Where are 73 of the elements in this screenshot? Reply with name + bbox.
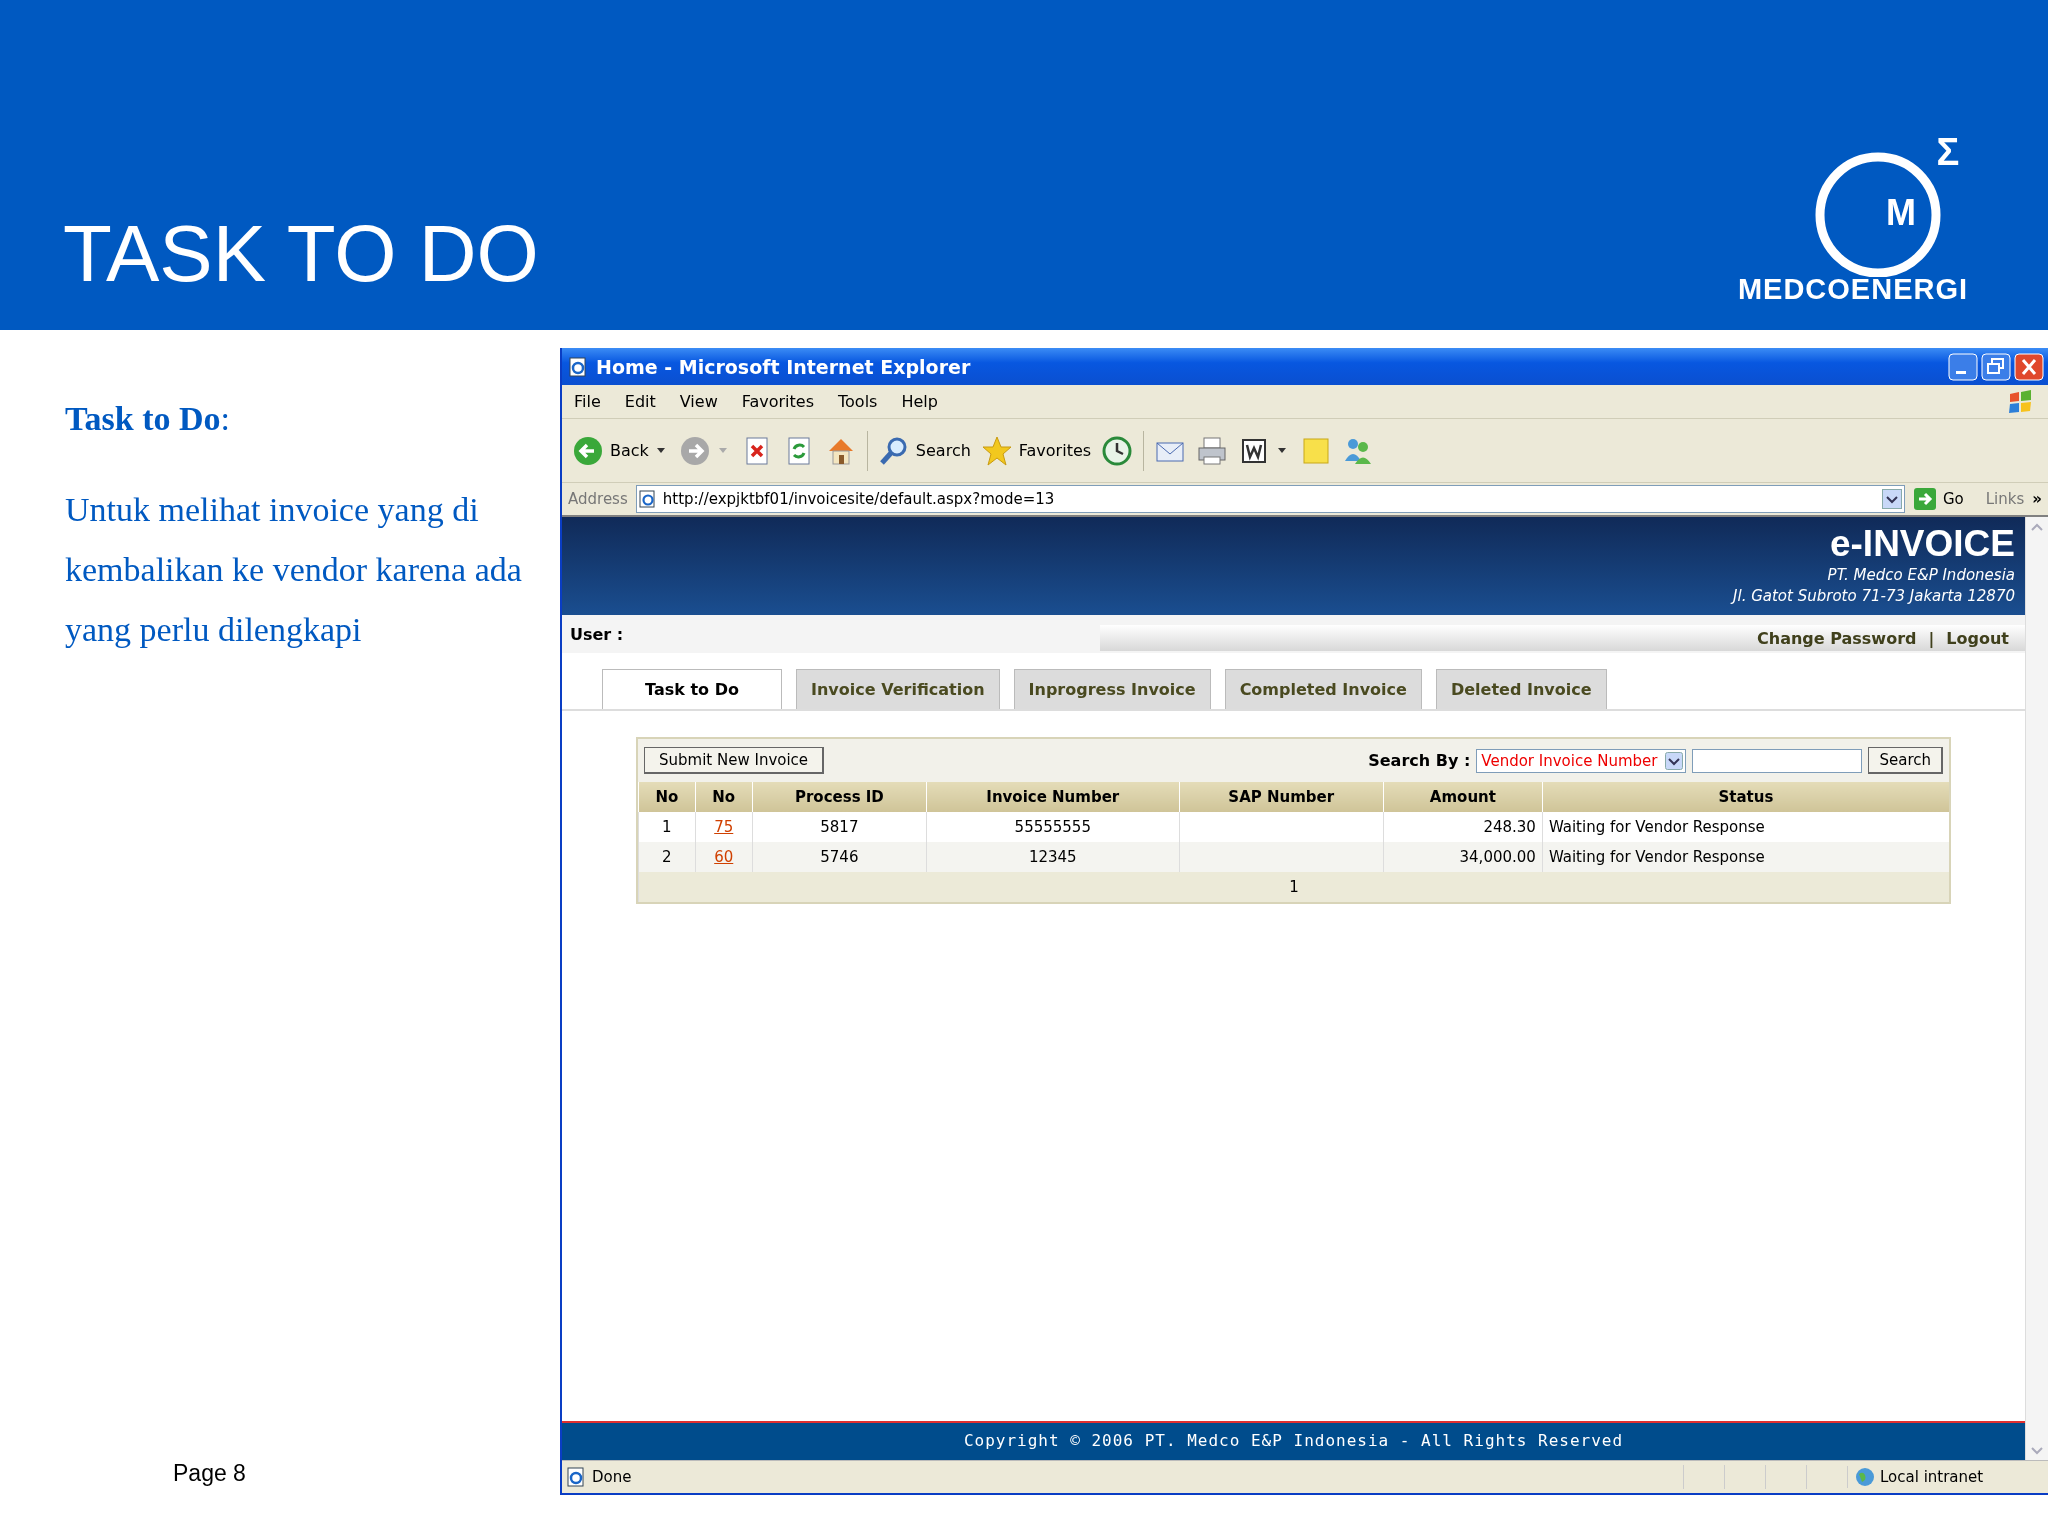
dropdown-icon bbox=[1665, 751, 1684, 770]
notes-paragraph: Untuk melihat invoice yang di kembalikan ke vendor karena ada yang perlu dilengkapi bbox=[65, 490, 523, 650]
maximize-icon[interactable] bbox=[1981, 352, 2011, 381]
page-number: Page 8 bbox=[173, 1460, 247, 1487]
page-link[interactable]: 1 bbox=[1289, 878, 1299, 896]
submit-new-invoice-button[interactable]: Submit New Invoice bbox=[644, 747, 825, 774]
go-button[interactable]: Go bbox=[1912, 487, 1964, 511]
table-cell: 2 bbox=[662, 848, 672, 866]
table-cell: 55555555 bbox=[1014, 818, 1091, 836]
clock-icon[interactable] bbox=[1101, 434, 1134, 467]
minimize-icon[interactable] bbox=[1948, 352, 1978, 381]
change-password-link[interactable]: Change Password bbox=[1757, 628, 1917, 648]
table-cell: Waiting for Vendor Response bbox=[1548, 848, 1765, 866]
search-field[interactable] bbox=[1692, 748, 1863, 773]
logo-letter: M bbox=[1886, 192, 1916, 233]
ie-page-icon bbox=[638, 490, 657, 508]
globe-icon bbox=[1854, 1466, 1876, 1488]
copyright-footer: Copyright © 2006 PT. Medco E&P Indonesia - All Rights Reserved bbox=[562, 1421, 2025, 1460]
company-address: Jl. Gatot Subroto 71-73 Jakarta 12870 bbox=[562, 586, 2015, 607]
notes-heading: Task to Do: bbox=[65, 400, 232, 438]
company-name: PT. Medco E&P Indonesia bbox=[1826, 565, 2015, 586]
search-by-select[interactable]: Vendor Invoice Number bbox=[1476, 748, 1687, 773]
menu-item[interactable]: Edit bbox=[624, 392, 656, 411]
favorites-button[interactable]: Favorites bbox=[980, 434, 1092, 467]
menu-item[interactable]: Favorites bbox=[741, 392, 814, 411]
table-cell: 5817 bbox=[820, 818, 859, 836]
close-icon[interactable] bbox=[2014, 352, 2044, 381]
tab[interactable]: Inprogress Invoice bbox=[1013, 669, 1211, 709]
table-cell: 34,000.00 bbox=[1459, 848, 1536, 866]
dropdown-icon[interactable] bbox=[1881, 489, 1902, 509]
logout-link[interactable]: Logout bbox=[1946, 628, 2009, 648]
status-text: Done bbox=[592, 1468, 632, 1486]
back-button[interactable]: Back bbox=[572, 434, 649, 467]
menu-item[interactable]: Tools bbox=[838, 392, 878, 411]
logo-wordmark: MEDCOENERGI bbox=[1737, 273, 1969, 306]
menu-item[interactable]: Help bbox=[901, 392, 938, 411]
window-title: Home - Microsoft Internet Explorer bbox=[596, 355, 972, 378]
table-cell: Waiting for Vendor Response bbox=[1548, 818, 1765, 836]
column-header: Status bbox=[1542, 782, 1949, 812]
zone-text: Local intranet bbox=[1880, 1468, 1984, 1486]
logo-sigma: Σ bbox=[1936, 131, 1960, 173]
ie-page-icon bbox=[568, 356, 588, 377]
column-header: Invoice Number bbox=[926, 782, 1180, 812]
address-field[interactable]: http://expjktbf01/invoicesite/default.aspx?mode=13 bbox=[635, 485, 1905, 513]
column-header: SAP Number bbox=[1179, 782, 1384, 812]
column-header: No bbox=[638, 782, 696, 812]
app-title: e-INVOICE bbox=[1828, 523, 2015, 565]
column-header: Amount bbox=[1383, 782, 1543, 812]
user-label: User : bbox=[570, 624, 625, 644]
column-header: No bbox=[695, 782, 753, 812]
ie-page-icon bbox=[566, 1467, 586, 1487]
tab[interactable]: Invoice Verification bbox=[796, 669, 1000, 709]
scrollbar[interactable] bbox=[2025, 517, 2048, 1460]
table-cell: 12345 bbox=[1028, 848, 1077, 866]
tab[interactable]: Deleted Invoice bbox=[1435, 669, 1607, 709]
tab[interactable]: Task to Do bbox=[602, 669, 782, 709]
table-cell: 248.30 bbox=[1483, 818, 1536, 836]
table-cell: 5746 bbox=[820, 848, 859, 866]
menu-item[interactable]: File bbox=[574, 392, 601, 411]
link-separator: | bbox=[1928, 628, 1935, 648]
tab[interactable]: Completed Invoice bbox=[1224, 669, 1422, 709]
address-label: Address bbox=[568, 490, 628, 508]
star-icon bbox=[980, 434, 1013, 467]
menu-item[interactable]: View bbox=[679, 392, 718, 411]
search-button[interactable]: Search bbox=[1868, 747, 1943, 774]
column-header: Process ID bbox=[752, 782, 927, 812]
search-button[interactable]: Search bbox=[877, 434, 971, 467]
links-label[interactable]: Links bbox=[1985, 490, 2025, 508]
table-cell: 1 bbox=[662, 818, 672, 836]
slide-title: TASK TO DO bbox=[63, 214, 539, 294]
search-by-label: Search By : bbox=[1368, 751, 1471, 770]
more-chevron[interactable]: » bbox=[2032, 490, 2042, 508]
printer-icon[interactable] bbox=[1196, 434, 1229, 467]
